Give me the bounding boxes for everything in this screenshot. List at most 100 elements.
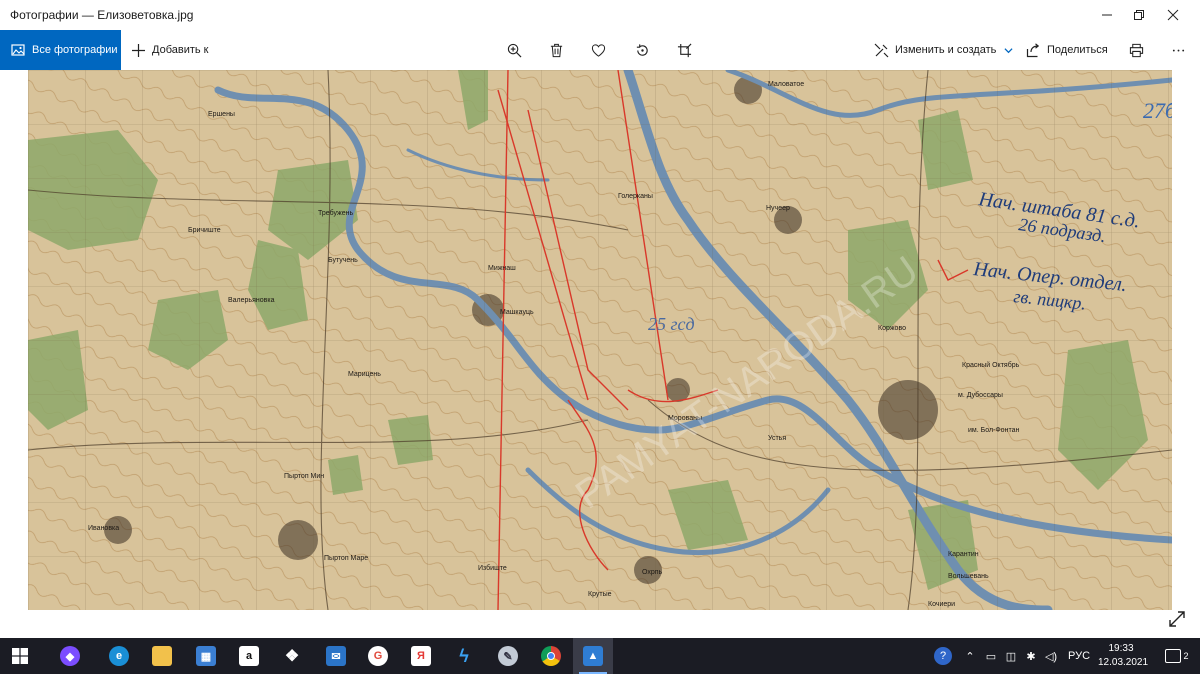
bluetooth-icon[interactable]: ✱ [1022,638,1040,674]
zoom-icon [507,43,521,57]
expand-icon[interactable] [1166,608,1188,630]
taskbar-vscode[interactable]: ϟ [444,638,484,674]
add-to-label: Добавить к [152,44,209,56]
delete-icon [550,43,562,57]
rotate-button[interactable] [624,30,660,70]
svg-text:им. Бол-Фонтан: им. Бол-Фонтан [968,427,1019,434]
svg-text:Ивановка: Ивановка [88,525,119,532]
clock[interactable]: 19:33 12.03.2021 [1098,642,1149,670]
taskbar-store[interactable]: ▦ [186,638,226,674]
all-photos-button[interactable]: Все фотографии [0,30,121,70]
svg-text:Пыртоп Маре: Пыртоп Маре [324,555,368,562]
clock-date: 12.03.2021 [1098,657,1149,668]
minimize-icon [1102,14,1112,16]
taskbar-explorer[interactable] [142,638,182,674]
crop-icon [677,43,691,57]
notification-icon [1165,649,1182,663]
add-to-button[interactable]: Добавить к [131,30,208,70]
taskbar-google[interactable]: G [358,638,398,674]
edit-create-button[interactable]: Изменить и создать [874,30,1013,70]
yandex-icon: Я [411,646,431,666]
taskbar-dropbox[interactable]: ❖ [272,638,312,674]
svg-text:Красный Октябрь: Красный Октябрь [962,361,1020,369]
map-photo[interactable]: Нач. штаба 81 с.д. 26 подразд. Нач. Опер… [28,70,1172,610]
help-icon: ? [934,647,952,665]
svg-text:Избиште: Избиште [478,564,507,572]
share-label: Поделиться [1047,44,1108,56]
svg-text:Бутучень: Бутучень [328,257,358,264]
chevron-down-icon [1004,47,1013,53]
store-icon: ▦ [196,646,216,666]
taskbar-alice[interactable]: ◆ [50,638,90,674]
amazon-icon: a [239,646,259,666]
svg-text:Мижнаш: Мижнаш [488,265,516,272]
photos-app: Фотографии — Елизоветовка.jpg Все фотогр… [0,0,1200,674]
command-bar: Все фотографии Добавить к Изменить и соз… [0,30,1200,70]
svg-text:Марицень: Марицень [348,371,381,378]
svg-text:Голерканы: Голерканы [618,193,653,200]
taskbar-yandex[interactable]: Я [401,638,441,674]
taskbar-mail[interactable]: ✉ [316,638,356,674]
favorite-button[interactable] [580,30,616,70]
svg-text:Охрпь: Охрпь [642,569,663,576]
language-indicator[interactable]: РУС [1062,638,1096,674]
svg-text:Карантин: Карантин [948,551,979,558]
svg-text:Бричиште: Бричиште [188,227,221,234]
close-icon [1167,9,1179,21]
topographic-map-image: Нач. штаба 81 с.д. 26 подразд. Нач. Опер… [28,70,1172,610]
taskbar-amazon[interactable]: a [229,638,269,674]
tray-icon-1[interactable]: ▭ [982,638,1000,674]
print-button[interactable] [1118,30,1154,70]
share-icon [1026,42,1040,57]
taskbar-paint[interactable]: ✎ [488,638,528,674]
edge-icon: e [109,646,129,666]
dropbox-icon: ❖ [284,648,300,665]
svg-text:Машкауць: Машкауць [500,309,534,316]
windows-icon [12,648,28,664]
clock-time: 19:33 [1108,643,1134,654]
edit-create-label: Изменить и создать [895,44,997,56]
alice-icon: ◆ [60,646,80,666]
delete-button[interactable] [538,30,574,70]
taskbar-photos[interactable]: ▲ [573,638,613,674]
mail-icon: ✉ [326,646,346,666]
restore-icon [1134,10,1144,20]
lightning-icon: ϟ [459,645,469,666]
edit-icon [874,43,889,57]
notification-count: 2 [1183,651,1189,661]
svg-text:Кочиери: Кочиери [928,601,955,608]
svg-text:Пыртоп Мин: Пыртоп Мин [284,473,324,480]
network-icon[interactable]: ◫ [1002,638,1020,674]
title-bar: Фотографии — Елизоветовка.jpg [0,0,1200,30]
taskbar-chrome[interactable] [531,638,571,674]
svg-text:Маловатое: Маловатое [768,81,804,88]
zoom-button[interactable] [496,30,532,70]
folder-icon [152,646,172,666]
start-button[interactable] [0,638,40,674]
window-title: Фотографии — Елизоветовка.jpg [10,8,194,22]
close-button[interactable] [1150,0,1196,30]
svg-text:м. Дубоссары: м. Дубоссары [958,391,1003,399]
svg-text:Вольшевань: Вольшевань [948,573,989,580]
notifications-button[interactable]: 2 [1160,638,1194,674]
help-tray[interactable]: ? [930,638,956,674]
heart-icon [591,43,605,57]
crop-button[interactable] [666,30,702,70]
photo-icon [11,44,25,56]
share-button[interactable]: Поделиться [1026,30,1108,70]
plus-icon [132,43,145,57]
paint-icon: ✎ [498,646,518,666]
more-button[interactable] [1160,30,1196,70]
more-icon [1172,49,1184,51]
svg-text:Требужень: Требужень [318,209,353,217]
svg-text:Устья: Устья [768,435,786,442]
svg-text:Ершены: Ершены [208,111,235,118]
rotate-icon [636,43,648,56]
svg-text:Нучеер: Нучеер [766,205,790,212]
taskbar-edge[interactable]: e [99,638,139,674]
chevron-up-icon[interactable]: ⌃ [960,638,980,674]
svg-text:Валерьяновка: Валерьяновка [228,297,275,304]
volume-icon[interactable]: ◁) [1042,638,1060,674]
google-icon: G [368,646,388,666]
svg-text:Крутые: Крутые [588,591,612,598]
